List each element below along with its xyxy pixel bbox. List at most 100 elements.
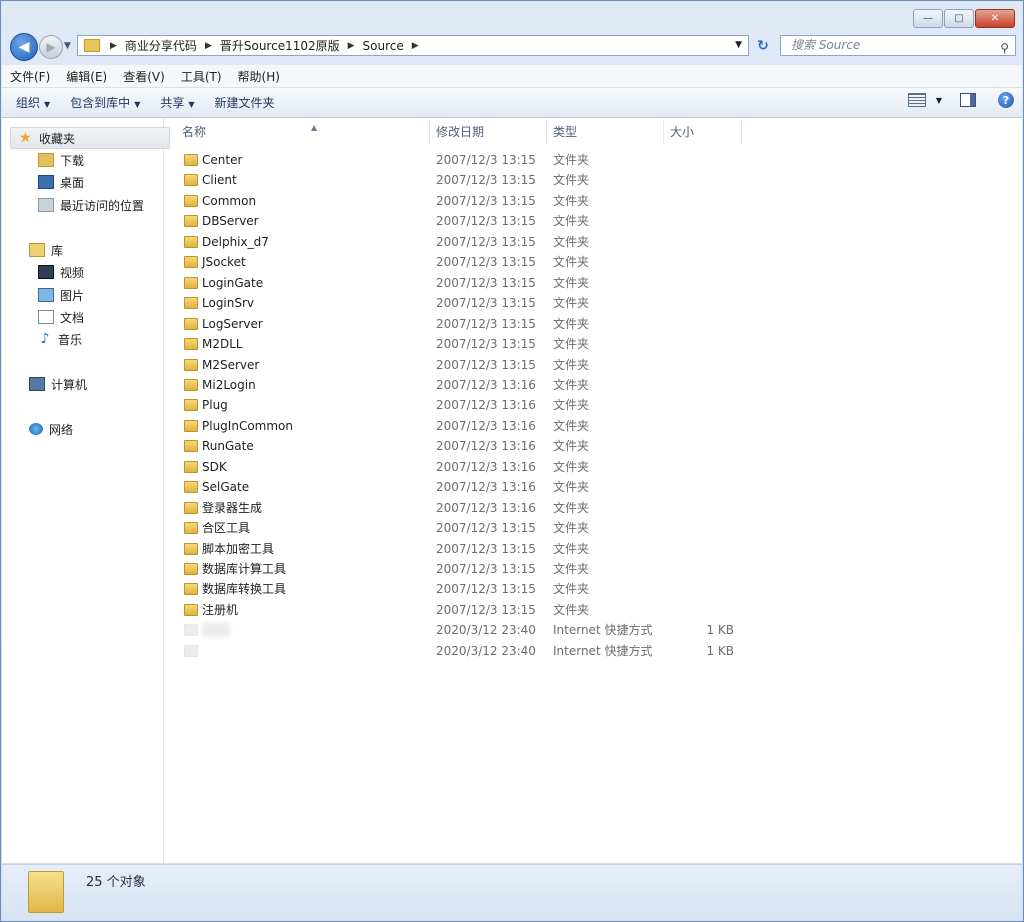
file-row[interactable]: RunGate 2007/12/3 13:16 文件夹 [164, 436, 744, 456]
forward-button[interactable]: ▶ [39, 35, 63, 59]
file-row[interactable]: 注册机 2007/12/3 13:15 文件夹 [164, 600, 744, 620]
file-row[interactable]: 脚本加密工具 2007/12/3 13:15 文件夹 [164, 539, 744, 559]
share-button[interactable]: 共享 ▼ [160, 94, 194, 111]
address-dropdown-icon[interactable]: ▼ [735, 40, 742, 50]
file-type: 文件夹 [553, 459, 590, 474]
organize-button[interactable]: 组织 ▼ [16, 94, 50, 111]
nav-recent-places[interactable]: 最近访问的位置 [38, 195, 144, 215]
file-row[interactable]: Center 2007/12/3 13:15 文件夹 [164, 150, 744, 170]
file-row[interactable]: Delphix_d7 2007/12/3 13:15 文件夹 [164, 232, 744, 252]
breadcrumb-separator[interactable]: ▶ [205, 41, 212, 51]
file-row[interactable]: LoginSrv 2007/12/3 13:15 文件夹 [164, 293, 744, 313]
file-row[interactable]: Mi2Login 2007/12/3 13:16 文件夹 [164, 375, 744, 395]
menu-file[interactable]: 文件(F) [2, 68, 58, 85]
breadcrumb-item[interactable]: 晋升Source1102原版 [220, 37, 340, 54]
minimize-button[interactable]: — [913, 9, 943, 28]
desktop-icon [38, 175, 54, 189]
file-row[interactable]: M2Server 2007/12/3 13:15 文件夹 [164, 355, 744, 375]
file-type: 文件夹 [553, 377, 590, 392]
nav-documents-label: 文档 [60, 310, 85, 325]
file-row[interactable]: ▒▒▒ 2020/3/12 23:40 Internet 快捷方式 1 KB [164, 620, 744, 640]
menu-view[interactable]: 查看(V) [115, 68, 173, 85]
recent-pages-button[interactable]: ▼ [64, 41, 71, 51]
folder-icon [184, 154, 198, 166]
preview-pane-icon[interactable] [960, 93, 976, 107]
nav-desktop[interactable]: 桌面 [38, 172, 84, 192]
close-button[interactable]: ✕ [975, 9, 1015, 28]
title-bar: — □ ✕ [1, 1, 1023, 31]
file-type: 文件夹 [553, 153, 590, 167]
file-type: 文件夹 [553, 439, 590, 454]
nav-downloads[interactable]: 下载 [38, 150, 84, 170]
menu-edit[interactable]: 编辑(E) [58, 68, 115, 85]
nav-downloads-label: 下载 [60, 153, 85, 168]
file-type: 文件夹 [553, 480, 590, 495]
nav-music[interactable]: ♪ 音乐 [38, 329, 82, 349]
search-icon[interactable]: ⚲ [1000, 39, 1009, 58]
column-header-size[interactable]: 大小 [664, 120, 742, 144]
file-date: 2007/12/3 13:15 [436, 275, 536, 290]
file-row[interactable]: 合区工具 2007/12/3 13:15 文件夹 [164, 518, 744, 538]
explorer-window: — □ ✕ ◀ ▶ ▼ ▶ 商业分享代码 ▶ 晋升Source1102原版 ▶ … [0, 0, 1024, 922]
column-header-type[interactable]: 类型 [547, 120, 664, 144]
column-header-date[interactable]: 修改日期 [430, 120, 547, 144]
nav-documents[interactable]: 文档 [38, 307, 84, 327]
maximize-button[interactable]: □ [944, 9, 974, 28]
nav-computer-label: 计算机 [51, 377, 88, 392]
new-folder-button[interactable]: 新建文件夹 [215, 94, 275, 111]
file-row[interactable]: DBServer 2007/12/3 13:15 文件夹 [164, 211, 744, 231]
file-row[interactable]: M2DLL 2007/12/3 13:15 文件夹 [164, 334, 744, 354]
column-header-name[interactable]: ▲ 名称 [176, 120, 430, 144]
file-name: PlugInCommon [202, 418, 293, 433]
breadcrumb-separator[interactable]: ▶ [412, 41, 419, 51]
file-row[interactable]: JSocket 2007/12/3 13:15 文件夹 [164, 252, 744, 272]
back-button[interactable]: ◀ [10, 33, 38, 61]
folder-icon [184, 481, 198, 494]
nav-computer[interactable]: 计算机 [29, 374, 87, 394]
nav-network[interactable]: 网络 [29, 419, 73, 439]
menu-tools[interactable]: 工具(T) [173, 68, 230, 85]
file-type: 文件夹 [553, 500, 590, 515]
folder-icon [184, 276, 198, 289]
include-in-library-button[interactable]: 包含到库中 ▼ [70, 94, 140, 111]
file-row[interactable]: 2020/3/12 23:40 Internet 快捷方式 1 KB [164, 641, 744, 661]
file-row[interactable]: LogServer 2007/12/3 13:15 文件夹 [164, 314, 744, 334]
file-row[interactable]: SDK 2007/12/3 13:16 文件夹 [164, 457, 744, 477]
file-row[interactable]: Common 2007/12/3 13:15 文件夹 [164, 191, 744, 211]
folder-icon [84, 39, 100, 52]
breadcrumb-separator[interactable]: ▶ [110, 41, 117, 51]
file-row[interactable]: SelGate 2007/12/3 13:16 文件夹 [164, 477, 744, 497]
file-name: 数据库计算工具 [202, 562, 287, 576]
file-row[interactable]: 数据库计算工具 2007/12/3 13:15 文件夹 [164, 559, 744, 579]
breadcrumb-separator[interactable]: ▶ [348, 41, 355, 51]
file-type: 文件夹 [553, 602, 590, 617]
main-area: ★ 收藏夹 下载 桌面 最近访问的位置 库 视频 图片 文档 ♪ 音乐 计算机 … [2, 118, 1022, 863]
file-row[interactable]: Plug 2007/12/3 13:16 文件夹 [164, 395, 744, 415]
file-row[interactable]: LoginGate 2007/12/3 13:15 文件夹 [164, 273, 744, 293]
file-row[interactable]: 登录器生成 2007/12/3 13:16 文件夹 [164, 498, 744, 518]
folder-icon [184, 522, 198, 535]
view-options-icon[interactable] [907, 93, 926, 107]
file-type: Internet 快捷方式 [553, 623, 653, 638]
refresh-button[interactable]: ↻ [752, 35, 774, 56]
menu-help[interactable]: 帮助(H) [230, 68, 288, 85]
breadcrumb-item[interactable]: 商业分享代码 [125, 37, 197, 54]
organize-label: 组织 [16, 96, 41, 110]
file-name: 数据库转换工具 [202, 582, 287, 597]
nav-favorites[interactable]: ★ 收藏夹 [10, 127, 170, 149]
breadcrumb-item[interactable]: Source [363, 39, 404, 53]
file-row[interactable]: 数据库转换工具 2007/12/3 13:15 文件夹 [164, 579, 744, 599]
nav-pictures-label: 图片 [60, 288, 85, 303]
address-bar[interactable]: ▶ 商业分享代码 ▶ 晋升Source1102原版 ▶ Source ▶ ▼ [77, 35, 749, 56]
file-name: JSocket [202, 255, 246, 270]
file-date: 2007/12/3 13:15 [436, 316, 536, 331]
nav-pictures[interactable]: 图片 [38, 285, 84, 305]
nav-videos[interactable]: 视频 [38, 262, 84, 282]
help-icon[interactable]: ? [998, 92, 1014, 108]
file-row[interactable]: PlugInCommon 2007/12/3 13:16 文件夹 [164, 416, 744, 436]
file-row[interactable]: Client 2007/12/3 13:15 文件夹 [164, 170, 744, 190]
file-date: 2007/12/3 13:16 [436, 459, 536, 474]
chevron-down-icon[interactable]: ▼ [936, 96, 942, 105]
search-input[interactable]: 搜索 Source ⚲ [780, 35, 1016, 56]
nav-libraries[interactable]: 库 [29, 240, 63, 260]
